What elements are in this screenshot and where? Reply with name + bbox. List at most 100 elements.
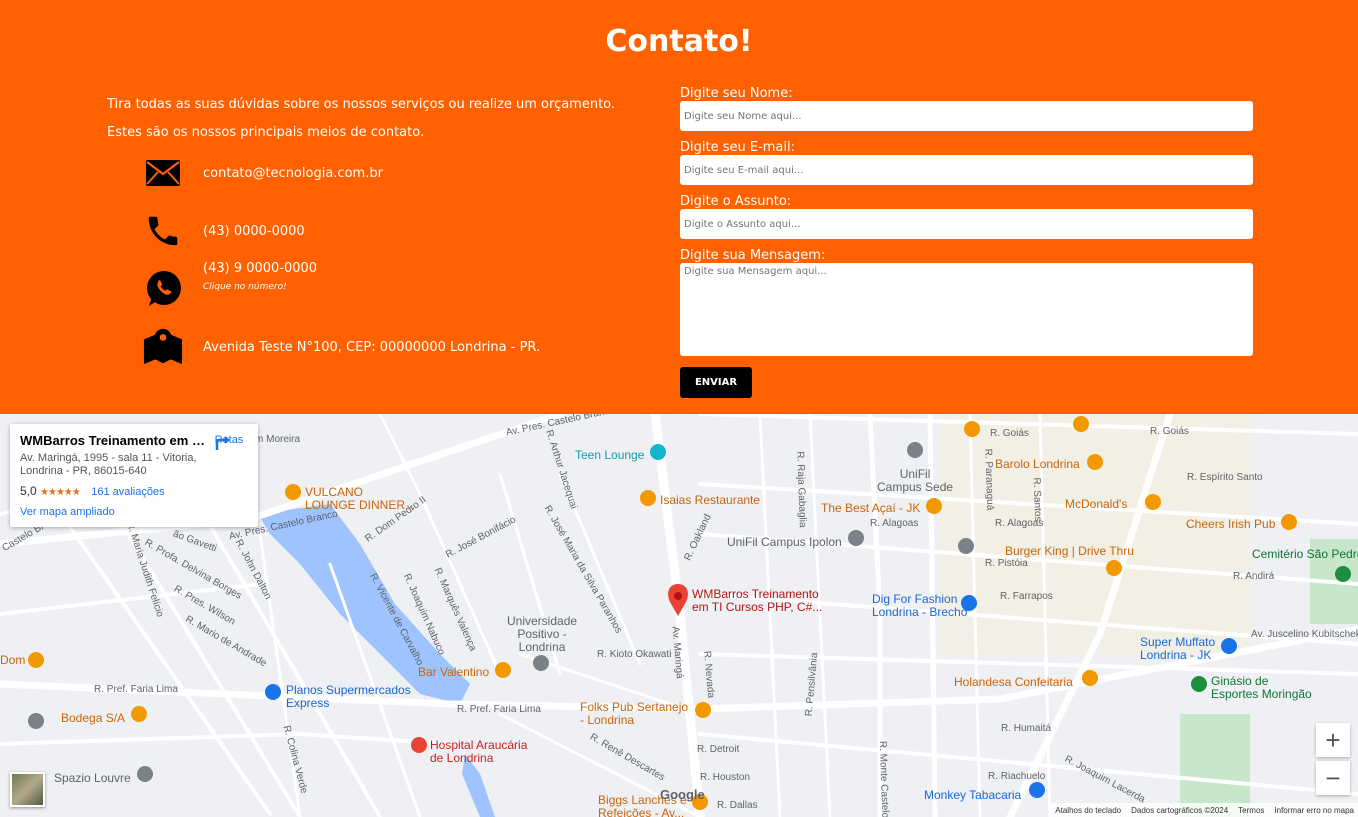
street-label: R. Pref. Faria Lima: [94, 684, 178, 695]
envelope-icon: [143, 153, 183, 193]
place-label[interactable]: Dom: [0, 654, 25, 667]
contact-intro: Tira todas as suas dúvidas sobre os noss…: [107, 97, 616, 112]
contact-address: Avenida Teste N°100, CEP: 00000000 Londr…: [203, 339, 541, 355]
subject-input[interactable]: [680, 209, 1253, 239]
place-label[interactable]: Barolo Londrina: [995, 458, 1080, 471]
place-label[interactable]: VULCANO LOUNGE DINNER...: [305, 486, 415, 512]
place-label[interactable]: Dig For Fashion Londrina - Brechó: [872, 593, 967, 619]
report-error-link[interactable]: Informar erro no mapa: [1274, 806, 1354, 815]
street-label: R. Paranaguá: [982, 448, 996, 511]
place-label-line: de Londrina: [430, 751, 494, 765]
whatsapp-icon: [143, 269, 183, 309]
satellite-toggle[interactable]: [10, 772, 45, 807]
phone-icon: [143, 211, 183, 251]
street-label: Av. Juscelino Kubitschek: [1251, 629, 1358, 640]
message-textarea[interactable]: [680, 263, 1253, 356]
contact-phone[interactable]: (43) 0000-0000: [203, 224, 305, 239]
place-label-line: Universidade: [507, 614, 578, 628]
contact-phone-row: (43) 0000-0000: [143, 211, 305, 251]
place-label-line: LOUNGE DINNER...: [305, 498, 416, 512]
place-label[interactable]: Spazio Louvre: [54, 772, 131, 785]
place-label-line: Londrina - JK: [1140, 648, 1212, 662]
zoom-in-button[interactable]: +: [1316, 723, 1350, 757]
email-input[interactable]: [680, 155, 1253, 185]
place-label-line: Campus Sede: [877, 480, 954, 494]
zoom-out-button[interactable]: −: [1316, 761, 1350, 795]
place-label[interactable]: Bar Valentino: [418, 666, 489, 679]
map-location-icon: [143, 327, 183, 367]
map-footer: Atalhos do teclado Dados cartográficos ©…: [1051, 803, 1358, 817]
place-label[interactable]: Super Muffato Londrina - JK: [1140, 636, 1215, 662]
place-label[interactable]: Planos Supermercados Express: [286, 684, 411, 710]
place-label[interactable]: Holandesa Confeitaria: [954, 676, 1073, 689]
keyboard-shortcuts-link[interactable]: Atalhos do teclado: [1055, 806, 1121, 815]
contact-email[interactable]: contato@tecnologia.com.br: [203, 166, 383, 181]
place-label[interactable]: Universidade Positivo - Londrina: [507, 615, 577, 654]
street-label: R. Espírito Santo: [1187, 472, 1263, 483]
place-label[interactable]: Burger King | Drive Thru: [1005, 545, 1134, 558]
street-label: R. Dallas: [717, 800, 758, 811]
contact-address-row: Avenida Teste N°100, CEP: 00000000 Londr…: [143, 327, 540, 367]
street-label: R. Goiás: [1150, 426, 1189, 437]
place-label-line: Planos Supermercados: [286, 683, 411, 697]
street-label: R. Kioto Okawati: [597, 649, 672, 660]
embedded-map[interactable]: Av. Pres. Castelo Branco Av. Pres. Caste…: [0, 414, 1358, 817]
street-label: R. Farrapos: [1000, 591, 1053, 602]
contact-whatsapp: (43) 9 0000-0000 Clique no número!: [203, 261, 317, 292]
street-label: R. Goiás: [990, 428, 1029, 439]
place-label[interactable]: McDonald's: [1065, 498, 1127, 511]
place-card: WMBarros Treinamento em TI... Av. Maring…: [10, 424, 258, 527]
place-label[interactable]: Cheers Irish Pub: [1186, 518, 1275, 531]
street-label: R. Detroit: [697, 744, 740, 755]
star-rating-icon: ★★★★★: [40, 487, 81, 498]
place-label[interactable]: Ginásio de Esportes Moringão: [1211, 675, 1312, 701]
terms-link[interactable]: Termos: [1238, 806, 1264, 815]
street-label: R. Pistóia: [985, 558, 1028, 569]
place-label-line: Positivo -: [517, 627, 567, 641]
place-label[interactable]: Folks Pub Sertanejo - Londrina: [580, 701, 688, 727]
name-input[interactable]: [680, 101, 1253, 131]
email-label: Digite seu E-mail:: [680, 140, 795, 155]
place-label-line: Londrina: [518, 640, 566, 654]
place-label-line: VULCANO: [305, 485, 364, 499]
place-label-line: Folks Pub Sertanejo: [580, 700, 689, 714]
street-label: R. Pref. Faria Lima: [457, 704, 541, 715]
contact-email-row: contato@tecnologia.com.br: [143, 153, 383, 193]
send-button[interactable]: ENVIAR: [680, 367, 752, 398]
reviews-link[interactable]: 161 avaliações: [91, 486, 164, 498]
place-label[interactable]: Teen Lounge: [575, 449, 644, 462]
street-label: R. Riachuelo: [988, 771, 1046, 782]
name-label: Digite seu Nome:: [680, 86, 793, 101]
pin-label[interactable]: WMBarros Treinamento em TI Cursos PHP, C#…: [692, 588, 822, 614]
place-card-rating: 5,0 ★★★★★ 161 avaliações: [20, 484, 165, 498]
place-label-line: Super Muffato: [1140, 635, 1216, 649]
larger-map-link[interactable]: Ver mapa ampliado: [20, 506, 115, 518]
place-label[interactable]: Hospital Araucária de Londrina: [430, 739, 527, 765]
place-label[interactable]: The Best Açaí - JK: [821, 502, 920, 515]
place-card-title: WMBarros Treinamento em TI...: [20, 433, 205, 448]
place-label-line: Ginásio de: [1211, 674, 1269, 688]
place-label[interactable]: Bodega S/A: [61, 712, 125, 725]
place-label-line: UniFil: [899, 467, 931, 481]
street-label: R. Santos: [1030, 477, 1044, 522]
directions-icon: [215, 436, 230, 450]
street-label: R. Andirá: [1233, 571, 1275, 582]
contact-form: Digite seu Nome: Digite seu E-mail: Digi…: [680, 86, 1253, 356]
place-label-line: - Londrina: [580, 713, 635, 727]
place-label[interactable]: UniFil Campus Ipolon: [727, 536, 842, 549]
google-logo: Google: [660, 787, 705, 802]
place-label[interactable]: Cemitério São Pedro: [1252, 548, 1358, 561]
street-label: R. Humaitá: [1001, 723, 1052, 734]
whatsapp-number[interactable]: (43) 9 0000-0000: [203, 261, 317, 276]
message-label: Digite sua Mensagem:: [680, 248, 826, 263]
street-label: R. Houston: [700, 772, 751, 783]
directions-button[interactable]: Rotas: [214, 434, 244, 450]
place-label-line: Express: [286, 696, 330, 710]
pin-label-line: WMBarros Treinamento: [692, 587, 819, 601]
street-label: R. Alagoas: [870, 518, 919, 529]
place-label[interactable]: Monkey Tabacaria: [924, 789, 1021, 802]
place-label-line: Hospital Araucária: [430, 738, 528, 752]
place-label[interactable]: UniFil Campus Sede: [877, 468, 953, 494]
map-data-label: Dados cartográficos ©2024: [1131, 805, 1229, 815]
place-label[interactable]: Isaias Restaurante: [660, 494, 760, 507]
